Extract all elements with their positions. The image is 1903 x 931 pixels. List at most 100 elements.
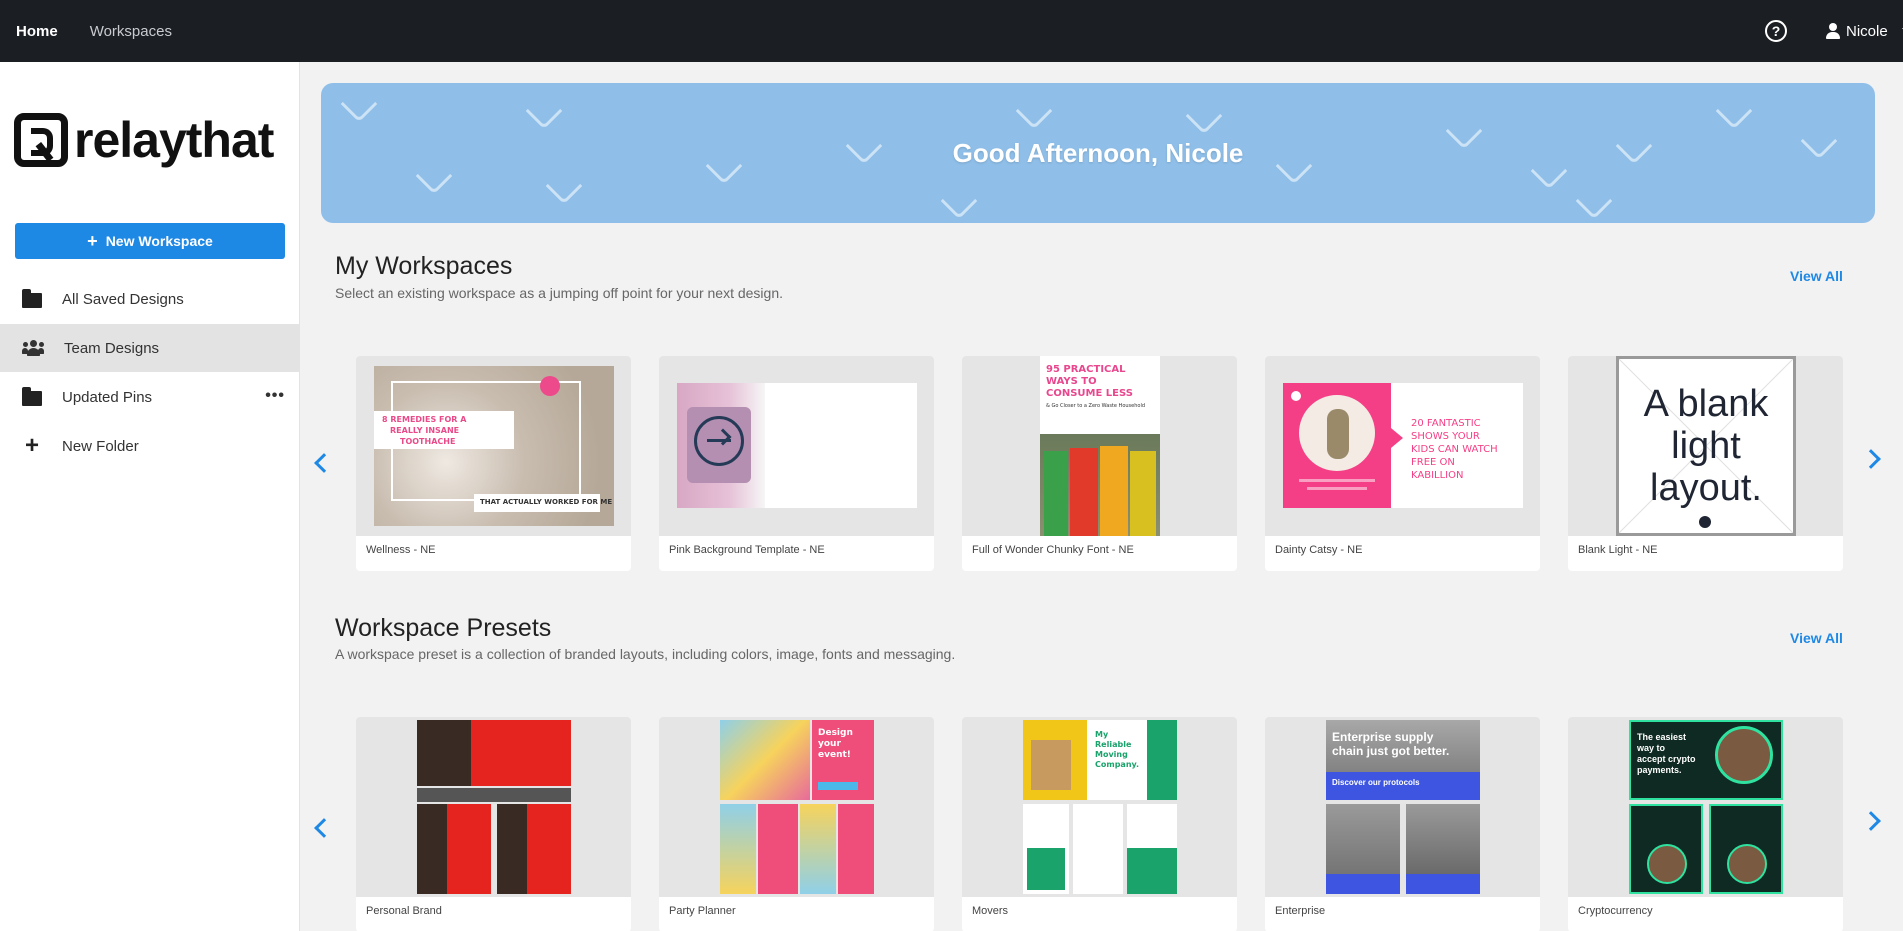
team-icon [22,340,44,356]
thumb-text: payments. [1637,765,1682,775]
user-icon [1826,23,1840,39]
nav-home[interactable]: Home [16,23,58,40]
thumb-text: event! [818,750,851,760]
preset-card-cryptocurrency[interactable]: The easiest way to accept crypto payment… [1568,717,1843,931]
plus-icon: + [87,231,98,251]
card-label: Enterprise [1275,905,1326,917]
thumb-text: TOOTHACHE [400,437,456,446]
thumb-text: Moving [1095,750,1128,759]
nav-workspaces[interactable]: Workspaces [90,23,172,40]
presets-subtitle: A workspace preset is a collection of br… [335,646,956,662]
new-workspace-label: New Workspace [105,233,213,249]
carousel-prev-icon[interactable] [314,453,334,473]
logo-text: relaythat [74,112,274,168]
folder-icon [22,288,42,308]
greeting-banner: Good Afternoon, Nicole [321,83,1875,223]
more-options-icon[interactable]: ••• [265,387,285,405]
thumb-text: REALLY INSANE [390,426,460,435]
preset-thumbnail: My Reliable Moving Company. [1023,720,1177,894]
preset-card-movers[interactable]: My Reliable Moving Company. Movers [962,717,1237,931]
sidebar-item-label: All Saved Designs [62,290,184,308]
thumb-text: SHOWS YOUR [1411,431,1480,442]
thumb-text: 20 FANTASTIC [1411,418,1481,429]
thumb-text: The easiest [1637,732,1687,742]
thumb-text: your [818,739,841,749]
sidebar: relaythat + New Workspace All Saved Desi… [0,62,300,931]
plus-icon: + [24,432,39,459]
workspace-thumbnail: A blank light layout. [1616,356,1796,536]
thumb-text: 8 REMEDIES FOR A [382,415,467,424]
preset-thumbnail: The easiest way to accept crypto payment… [1629,720,1783,894]
thumb-text: & Go Closer to a Zero Waste Household [1046,403,1146,409]
new-workspace-button[interactable]: + New Workspace [15,223,285,259]
preset-card-party-planner[interactable]: Design your event! Party Planner [659,717,934,931]
top-nav: Home Workspaces [16,0,172,62]
my-workspaces-view-all-link[interactable]: View All [1790,268,1843,284]
thumb-text: Discover our protocols [1332,778,1420,787]
sidebar-item-all-saved-designs[interactable]: All Saved Designs [0,275,299,323]
logo[interactable]: relaythat [14,112,274,168]
carousel-prev-icon[interactable] [314,818,334,838]
card-label: Dainty Catsy - NE [1275,544,1363,556]
workspace-thumbnail [677,383,917,508]
card-label: Pink Background Template - NE [669,544,825,556]
folder-icon [22,386,42,406]
brand-mark-icon [1699,516,1711,528]
sidebar-item-updated-pins[interactable]: Updated Pins ••• [0,373,299,421]
my-workspaces-title: My Workspaces [335,252,513,280]
thumb-text: layout. [1650,467,1762,509]
presets-view-all-link[interactable]: View All [1790,630,1843,646]
sidebar-item-team-designs[interactable]: Team Designs [0,324,299,372]
thumb-text: way to [1637,743,1666,753]
preset-card-personal-brand[interactable]: Personal Brand [356,717,631,931]
thumb-text: Company. [1095,760,1140,769]
thumb-text: Enterprise supply [1332,730,1434,744]
workspace-card-blank-light[interactable]: A blank light layout. Blank Light - NE [1568,356,1843,571]
user-menu[interactable]: Nicole [1826,0,1903,62]
top-bar: Home Workspaces ? Nicole [0,0,1903,62]
carousel-next-icon[interactable] [1861,449,1881,469]
thumb-text: KIDS CAN WATCH [1411,444,1498,455]
sidebar-item-new-folder[interactable]: + New Folder [0,422,299,470]
thumb-text: My [1095,730,1109,739]
workspace-card-full-of-wonder[interactable]: 95 PRACTICAL WAYS TO CONSUME LESS & Go C… [962,356,1237,571]
my-workspaces-subtitle: Select an existing workspace as a jumpin… [335,285,783,301]
card-label: Movers [972,905,1009,917]
sidebar-item-label: Team Designs [64,339,160,357]
user-name: Nicole [1846,22,1888,40]
preset-thumbnail [417,720,571,894]
thumb-text: chain just got better. [1332,744,1450,758]
thumb-text: A blank [1643,383,1769,425]
greeting-title: Good Afternoon, Nicole [952,137,1244,168]
card-label: Full of Wonder Chunky Font - NE [972,544,1134,556]
workspace-card-dainty-catsy[interactable]: 20 FANTASTIC SHOWS YOUR KIDS CAN WATCH F… [1265,356,1540,571]
thumb-text: 95 PRACTICAL [1046,364,1126,375]
carousel-next-icon[interactable] [1861,811,1881,831]
card-label: Cryptocurrency [1578,905,1653,917]
thumb-text: CONSUME LESS [1046,388,1133,399]
logo-mark-icon [14,113,68,167]
sidebar-item-label: New Folder [62,437,139,455]
preset-thumbnail: Design your event! [720,720,874,894]
workspace-thumbnail: 8 REMEDIES FOR A REALLY INSANE TOOTHACHE… [374,366,614,526]
workspace-thumbnail: 95 PRACTICAL WAYS TO CONSUME LESS & Go C… [1040,356,1160,536]
thumb-text: Design [818,728,853,738]
presets-title: Workspace Presets [335,614,552,642]
thumb-text: accept crypto [1637,754,1696,764]
help-icon[interactable]: ? [1765,20,1787,42]
card-label: Blank Light - NE [1578,544,1658,556]
card-label: Personal Brand [366,905,442,917]
card-label: Party Planner [669,905,736,917]
thumb-text: Reliable [1095,740,1132,749]
preset-card-enterprise[interactable]: Enterprise supply chain just got better.… [1265,717,1540,931]
thumb-text: WAYS TO [1046,376,1097,387]
thumb-text: light [1671,425,1741,467]
workspace-card-pink-background[interactable]: Pink Background Template - NE [659,356,934,571]
thumb-text: KABILLION [1411,470,1464,481]
preset-thumbnail: Enterprise supply chain just got better.… [1326,720,1480,894]
thumb-text: THAT ACTUALLY WORKED FOR ME [480,498,613,506]
workspace-card-wellness[interactable]: 8 REMEDIES FOR A REALLY INSANE TOOTHACHE… [356,356,631,571]
card-label: Wellness - NE [366,544,436,556]
thumb-text: FREE ON [1411,457,1455,468]
sidebar-item-label: Updated Pins [62,388,153,406]
